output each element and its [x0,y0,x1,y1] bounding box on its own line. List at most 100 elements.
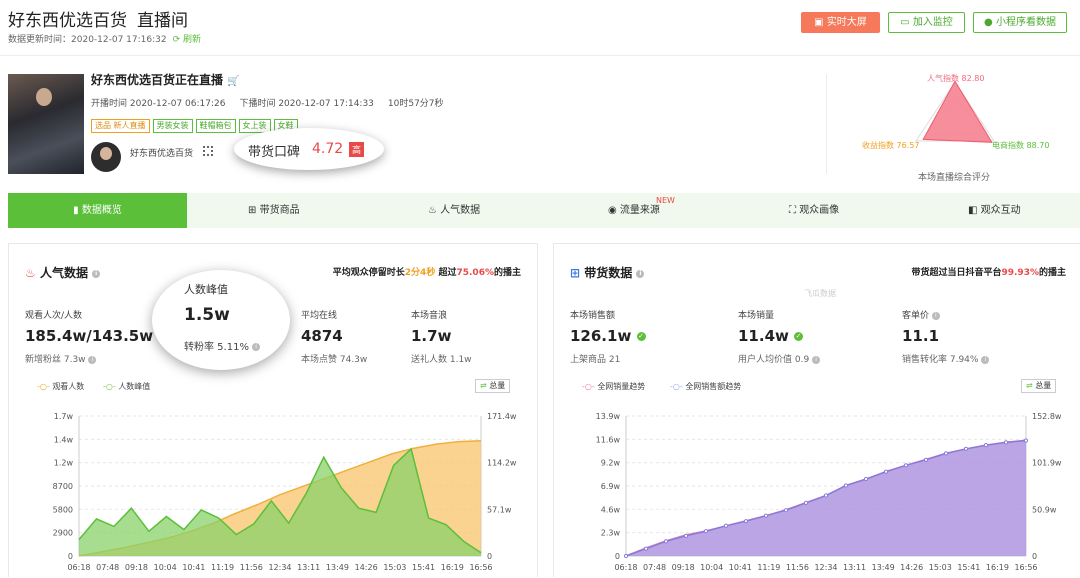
x-tick-label: 16:56 [1014,563,1037,572]
data-point [1023,438,1029,443]
legend-sales-amount[interactable]: -○- 全网销售额趋势 [670,381,741,392]
data-point [703,529,709,534]
y-tick-label: 8700 [53,482,73,491]
data-point [923,457,929,462]
panel-note: 带货超过当日抖音平台99.93%的播主 [911,268,1066,278]
metric-views: 185.4w/143.5w [25,327,154,345]
y-tick-label: 50.9w [1032,505,1057,514]
legend-peak[interactable]: -○- 人数峰值 [103,381,150,392]
y-tick-label: 5800 [53,505,73,514]
y-tick-label: 2.3w [601,529,621,538]
x-tick-label: 07:48 [96,563,119,572]
data-point [663,539,669,544]
panel-note: 平均观众停留时长2分4秒 超过75.06%的播主 [332,268,521,278]
anchor-name[interactable]: 好东西优选百货 [130,146,193,159]
radar-chart [915,80,995,143]
y-tick-label: 0 [68,552,73,561]
x-tick-label: 09:18 [672,563,695,572]
popularity-chart: 0 2900 5800 8700 1.2w 1.4w 1.7w 0 57.1w 114.2w 171… [53,412,517,572]
bar-chart-icon: ▮ [73,205,79,216]
tab-interaction[interactable]: ◧ 观众互动 [968,193,1021,228]
sales-chart: 0 2.3w 4.6w 6.9w 9.2w 11.6w 13.9w 0 50.9w 101.9w 1… [596,412,1062,572]
y-tick-label: 57.1w [487,505,512,514]
data-point [783,508,789,513]
data-point [763,513,769,518]
total-toggle-button[interactable]: ⇌ 总量 [475,379,511,393]
metric-peak: 1.5w [184,305,230,325]
x-tick-label: 06:18 [614,563,637,572]
series-area [626,440,1026,556]
flame-icon: ♨ [428,205,437,216]
y-tick-label: 2900 [53,529,73,538]
divider [826,74,827,174]
radar-label-popularity: 人气指数 82.80 [927,74,985,83]
live-times: 开播时间 2020-12-07 06:17:26 下播时间 2020-12-07 … [91,99,444,109]
tab-popularity[interactable]: ♨ 人气数据 [428,193,480,228]
update-time: 数据更新时间：2020-12-07 17:16:32 ⟳ 刷新 [8,35,202,45]
x-tick-label: 14:26 [355,563,378,572]
total-toggle-button[interactable]: ⇌ 总量 [1021,379,1057,393]
y-tick-label: 152.8w [1032,412,1062,421]
data-point [963,446,969,451]
tab-audience[interactable]: ⛶ 观众画像 [789,193,839,228]
x-tick-label: 16:19 [441,563,464,572]
tab-traffic[interactable]: ◉ 流量来源 NEW [608,193,675,228]
data-point [863,476,869,482]
info-icon[interactable]: i [812,355,821,364]
y-tick-label: 101.9w [1032,459,1062,468]
x-tick-label: 13:11 [297,563,320,572]
anchor-avatar[interactable] [91,142,121,172]
miniprogram-button[interactable]: ● 小程序看数据 [973,12,1067,33]
y-tick-label: 114.2w [487,459,517,468]
y-tick-label: 0 [615,552,620,561]
info-icon[interactable]: i [252,343,261,351]
legend-views[interactable]: -○- 观看人数 [37,381,84,392]
legend-sales-volume[interactable]: -○- 全网销量趋势 [582,381,645,392]
screen-icon: ▣ [814,17,824,28]
info-icon[interactable]: i [92,269,101,278]
metric-sales-volume: 11.4w ✓ [738,327,804,345]
cart-icon: 🛒 [227,76,240,87]
traffic-icon: ◉ [608,205,617,216]
check-icon: ✓ [636,332,646,341]
refresh-button[interactable]: ⟳ 刷新 [173,35,201,45]
x-tick-label: 11:19 [757,563,780,572]
new-badge: NEW [656,196,675,205]
x-tick-label: 15:03 [929,563,952,572]
x-tick-label: 12:34 [268,563,291,572]
info-icon[interactable]: i [931,311,940,320]
tab-overview[interactable]: ▮ 数据概览 [8,193,187,228]
tag-item: 鞋帽箱包 [195,119,236,133]
realtime-screen-button[interactable]: ▣ 实时大屏 [801,12,880,33]
data-point [723,523,729,528]
info-icon[interactable]: i [636,269,645,278]
reputation-callout: 带货口碑 4.72 高 [234,128,384,170]
info-icon[interactable]: i [981,355,990,364]
y-tick-label: 1.7w [54,412,74,421]
x-tick-label: 13:11 [843,563,866,572]
tag-item: 男装女装 [152,119,193,133]
x-tick-label: 12:34 [814,563,837,572]
live-title: 好东西优选百货正在直播 🛒 [91,73,240,87]
x-tick-label: 16:19 [986,563,1009,572]
data-point [883,469,889,474]
x-tick-label: 11:56 [786,563,809,572]
x-tick-label: 09:18 [125,563,148,572]
basket-icon: ⊞ [570,266,581,280]
x-tick-label: 15:41 [957,563,980,572]
y-tick-label: 1.4w [54,435,74,444]
info-icon[interactable]: i [88,355,97,364]
live-cover-image[interactable] [8,74,84,174]
x-tick-label: 10:04 [700,563,723,572]
tab-products[interactable]: ⊞ 带货商品 [248,193,300,228]
tag-item: 选品 新人直播 [91,119,150,133]
y-tick-label: 9.2w [601,459,621,468]
data-point [1003,440,1009,445]
qrcode-icon[interactable] [203,146,213,156]
add-monitor-button[interactable]: ▭ 加入监控 [888,12,965,33]
x-tick-label: 11:19 [211,563,234,572]
metric-soundwave: 1.7w [411,327,452,345]
data-point [903,463,909,468]
data-point [823,493,829,498]
toggle-icon: ⇌ [480,381,487,390]
